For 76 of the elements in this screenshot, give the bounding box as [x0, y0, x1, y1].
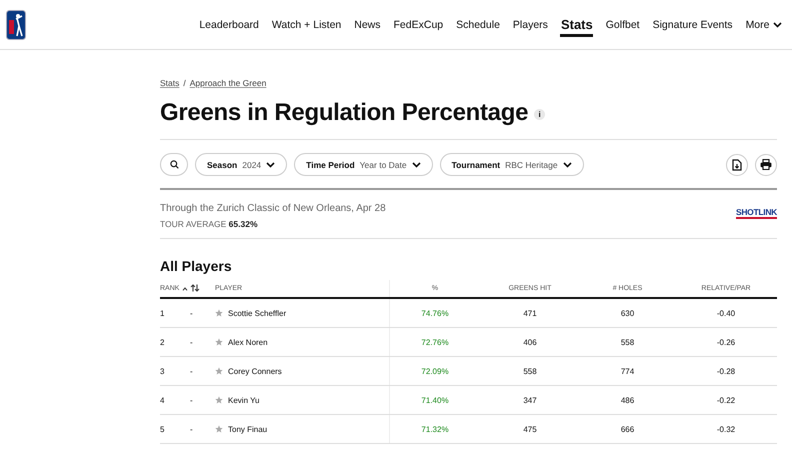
greens-hit-cell-text: 471	[522, 308, 538, 318]
star-icon[interactable]	[215, 338, 223, 346]
shotlink-logo: SHOTLINK	[736, 208, 777, 218]
tour-average-value: 65.32%	[228, 219, 258, 229]
rank-cell-text: 3	[160, 366, 166, 376]
filter-dropdown[interactable]: Tournament RBC Heritage	[440, 153, 584, 176]
player-link[interactable]: Kevin Yu	[228, 396, 260, 404]
star-icon[interactable]	[215, 425, 223, 433]
breadcrumb-separator: /	[183, 78, 186, 88]
caret-icon	[266, 162, 276, 168]
info-icon[interactable]: i	[534, 109, 546, 120]
player-link[interactable]: Scottie Scheffler	[228, 308, 286, 318]
breadcrumb-link[interactable]: Approach the Green	[190, 78, 266, 88]
percentage-cell-text: 72.76%	[420, 338, 450, 346]
download-button[interactable]	[726, 154, 748, 176]
percentage-cell-text: 72.09%	[420, 366, 450, 376]
relative-par-cell-text: -0.26	[716, 338, 736, 346]
caret-icon	[562, 162, 572, 168]
nav-link[interactable]: Schedule	[450, 0, 506, 49]
greens-hit-cell-text: 406	[522, 338, 538, 346]
greens-hit-cell-text: 558	[522, 366, 538, 376]
star-icon[interactable]	[215, 396, 223, 404]
player-link[interactable]: Tony Finau	[228, 424, 268, 434]
holes-cell-text: 774	[620, 366, 636, 376]
logo-icon[interactable]	[6, 10, 26, 40]
rank-cell-text: 5	[160, 424, 166, 434]
movement-cell-text: -	[190, 396, 194, 404]
breadcrumb-link[interactable]: Stats	[160, 78, 180, 88]
percentage-cell-text: 71.32%	[420, 424, 450, 434]
file-download-icon	[732, 158, 742, 170]
search-icon	[170, 160, 178, 169]
rank-cell-text: 1	[160, 308, 166, 318]
player-link[interactable]: Alex Noren	[228, 338, 268, 346]
sort-arrows-icon[interactable]	[190, 284, 200, 292]
nav-link[interactable]: Players	[506, 0, 554, 49]
relative-par-cell-text: -0.22	[716, 396, 736, 404]
star-icon[interactable]	[215, 367, 223, 375]
section-title: All Players	[160, 258, 233, 274]
holes-cell-text: 666	[620, 424, 636, 434]
movement-cell-text: -	[190, 338, 194, 346]
player-link[interactable]: Corey Conners	[228, 366, 282, 376]
search-button[interactable]	[160, 153, 188, 176]
percentage-cell-text: 71.40%	[420, 396, 450, 404]
rank-cell-text: 4	[160, 396, 166, 404]
holes-cell-text: 486	[620, 396, 636, 404]
holes-cell-text: 630	[620, 308, 636, 318]
filter-dropdown[interactable]: Time Period Year to Date	[294, 153, 433, 176]
greens-hit-cell-text: 475	[522, 424, 538, 434]
movement-cell-text: -	[190, 308, 194, 318]
nav-link[interactable]: Watch + Listen	[265, 0, 348, 49]
caret-icon	[772, 22, 782, 28]
rank-cell-text: 2	[160, 338, 166, 346]
print-button[interactable]	[755, 154, 777, 176]
nav-link[interactable]: Signature Events	[646, 0, 740, 49]
filter-dropdown[interactable]: Season 2024	[195, 153, 288, 176]
relative-par-cell-text: -0.32	[716, 424, 736, 434]
sort-caret-icon[interactable]	[182, 286, 188, 290]
relative-par-cell-text: -0.28	[716, 366, 736, 376]
printer-icon	[760, 159, 772, 170]
nav-link[interactable]: Stats	[554, 0, 600, 49]
nav-link[interactable]: Leaderboard	[192, 0, 266, 49]
greens-hit-cell-text: 347	[522, 396, 538, 404]
nav-link[interactable]: FedExCup	[387, 0, 450, 49]
nav-link[interactable]: News	[348, 0, 388, 49]
nav-link[interactable]: Golfbet	[599, 0, 646, 49]
relative-par-cell-text: -0.40	[716, 308, 736, 318]
nav-link[interactable]: More	[739, 0, 788, 49]
page-title: Greens in Regulation Percentage	[160, 99, 528, 127]
percentage-cell-text: 74.76%	[420, 308, 450, 318]
tour-average-label: TOUR AVERAGE	[160, 219, 226, 229]
movement-cell-text: -	[190, 366, 194, 376]
movement-cell-text: -	[190, 424, 194, 434]
star-icon[interactable]	[215, 309, 223, 317]
holes-cell-text: 558	[620, 338, 636, 346]
through-text: Through the Zurich Classic of New Orleans, Apr 28	[160, 203, 386, 214]
caret-icon	[412, 162, 421, 168]
